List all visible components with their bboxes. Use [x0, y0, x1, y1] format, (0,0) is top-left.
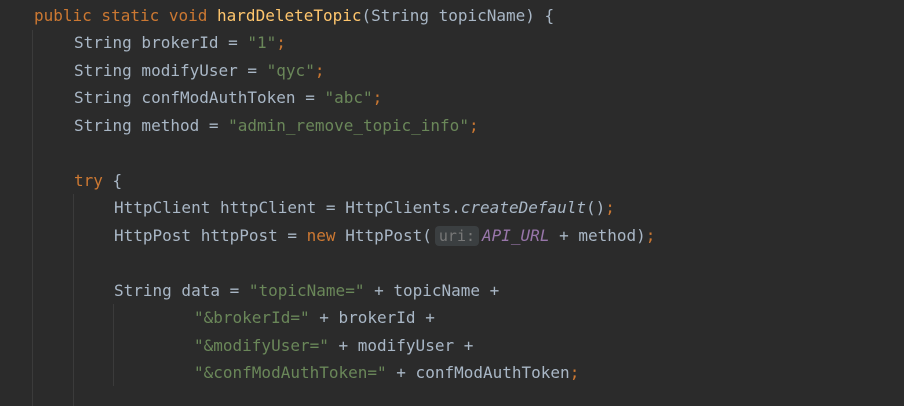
open-brace: {: [102, 171, 123, 190]
semicolon: ;: [645, 226, 656, 245]
indent-guide: [113, 304, 114, 386]
code-line-data-broker[interactable]: "&brokerId=" + brokerId +: [194, 304, 435, 331]
argument-rest: + method): [549, 226, 646, 245]
string-literal: "1": [247, 33, 277, 52]
code-line-http-client[interactable]: HttpClient httpClient = HttpClients.crea…: [114, 194, 615, 221]
try-keyword: try: [74, 171, 103, 190]
code-line-auth-token[interactable]: String confModAuthToken = "abc";: [74, 84, 382, 111]
new-keyword: new: [306, 226, 336, 245]
code-line-http-post[interactable]: HttpPost httpPost = new HttpPost(uri: API…: [114, 222, 655, 249]
call-parens: (): [586, 198, 606, 217]
declaration: String confModAuthToken =: [74, 88, 325, 107]
code-line-data-modify-user[interactable]: "&modifyUser=" + modifyUser +: [194, 332, 473, 359]
method-name: hardDeleteTopic: [217, 6, 362, 25]
code-line-modify-user[interactable]: String modifyUser = "qyc";: [74, 57, 324, 84]
modifier-keywords: public static void: [34, 6, 218, 25]
declaration: HttpClient httpClient = HttpClients.: [114, 198, 461, 217]
code-line-data-token[interactable]: "&confModAuthToken=" + confModAuthToken;: [194, 359, 579, 386]
method-params: (String topicName) {: [361, 6, 555, 25]
code-line-try[interactable]: try {: [74, 167, 122, 194]
concat-expression: + topicName +: [364, 281, 500, 300]
declaration: String modifyUser =: [74, 61, 267, 80]
indent-guide: [32, 30, 33, 406]
string-literal: "abc": [324, 88, 373, 107]
indent-guide: [73, 194, 74, 406]
code-line-method[interactable]: String method = "admin_remove_topic_info…: [74, 112, 479, 139]
declaration: String method =: [74, 116, 229, 135]
code-line-method-signature[interactable]: public static void hardDeleteTopic(Strin…: [34, 2, 554, 29]
string-literal: "&brokerId=": [194, 308, 310, 327]
parameter-hint: uri:: [434, 226, 480, 246]
declaration: String brokerId =: [74, 33, 248, 52]
string-literal: "admin_remove_topic_info": [228, 116, 469, 135]
string-literal: "&confModAuthToken=": [194, 363, 387, 382]
semicolon: ;: [372, 88, 383, 107]
declaration: String data =: [114, 281, 249, 300]
static-method-call: createDefault: [460, 198, 587, 217]
code-editor[interactable]: public static void hardDeleteTopic(Strin…: [0, 0, 904, 406]
concat-expression: + brokerId +: [309, 308, 435, 327]
semicolon: ;: [468, 116, 479, 135]
concat-expression: + modifyUser +: [328, 336, 474, 355]
concat-expression: + confModAuthToken: [386, 363, 570, 382]
semicolon: ;: [276, 33, 286, 52]
semicolon: ;: [314, 61, 325, 80]
code-line-broker-id[interactable]: String brokerId = "1";: [74, 29, 286, 56]
semicolon: ;: [569, 363, 580, 382]
semicolon: ;: [605, 198, 615, 217]
string-literal: "topicName=": [248, 281, 365, 300]
declaration: HttpPost httpPost =: [114, 226, 307, 245]
string-literal: "&modifyUser=": [194, 336, 329, 355]
code-line-data-start[interactable]: String data = "topicName=" + topicName +: [114, 277, 499, 304]
constructor: HttpPost(: [335, 226, 432, 245]
constant-api-url: API_URL: [482, 226, 550, 245]
string-literal: "qyc": [266, 61, 315, 80]
